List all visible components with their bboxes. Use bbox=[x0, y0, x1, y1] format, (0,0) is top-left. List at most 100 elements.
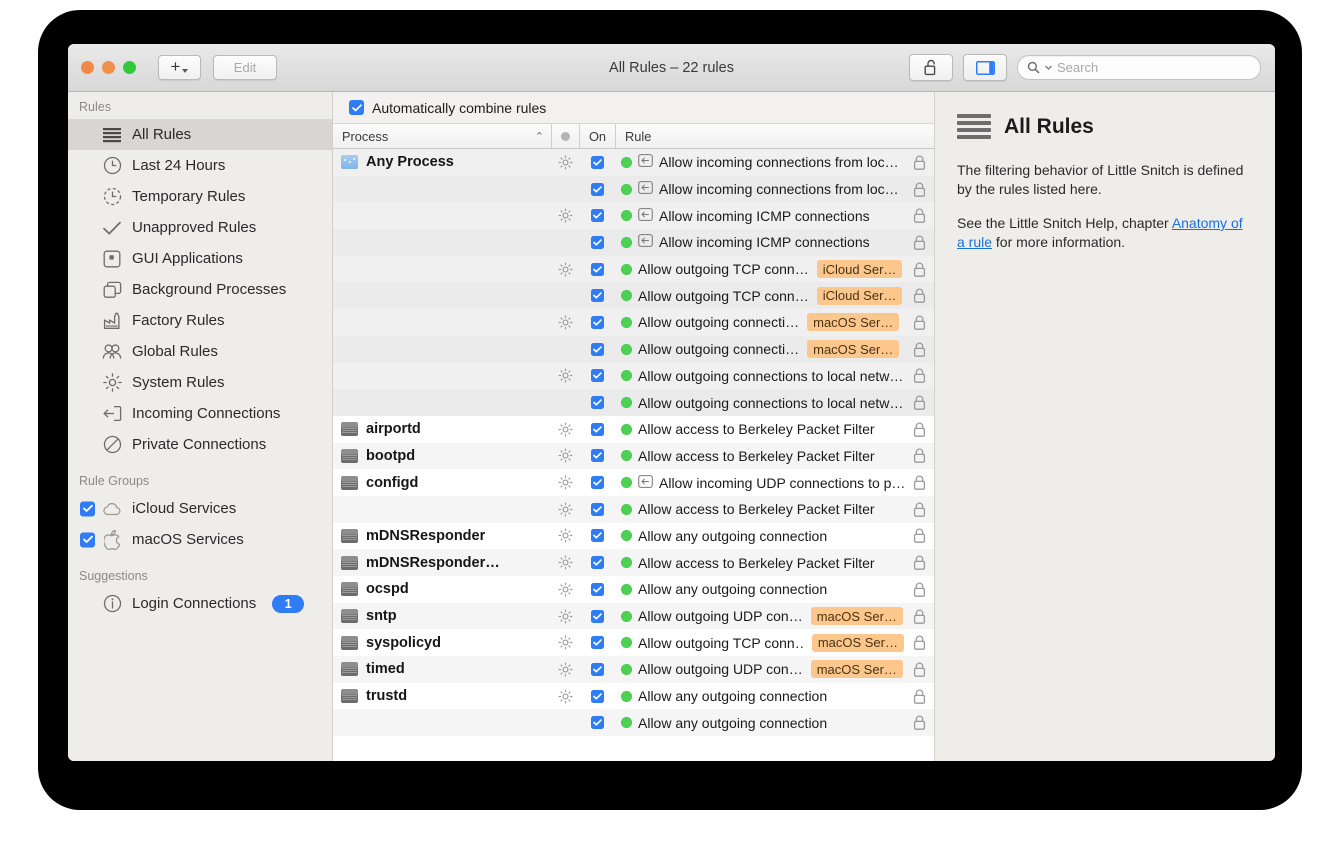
close-button[interactable] bbox=[81, 61, 94, 74]
cell-gear[interactable] bbox=[551, 635, 579, 650]
cell-on[interactable] bbox=[579, 423, 615, 436]
cell-gear[interactable] bbox=[551, 155, 579, 170]
rule-enabled-checkbox[interactable] bbox=[591, 449, 604, 462]
sidebar-item-last-24-hours[interactable]: Last 24 Hours bbox=[68, 150, 332, 181]
zoom-button[interactable] bbox=[123, 61, 136, 74]
table-row[interactable]: trustdAllow any outgoing connection bbox=[333, 683, 934, 710]
cell-on[interactable] bbox=[579, 236, 615, 249]
cell-on[interactable] bbox=[579, 156, 615, 169]
table-row[interactable]: Allow any outgoing connection bbox=[333, 709, 934, 736]
cell-gear[interactable] bbox=[551, 609, 579, 624]
cell-on[interactable] bbox=[579, 263, 615, 276]
cell-gear[interactable] bbox=[551, 208, 579, 223]
rules-table[interactable]: Any ProcessAllow incoming connections fr… bbox=[333, 149, 934, 761]
table-row[interactable]: airportdAllow access to Berkeley Packet … bbox=[333, 416, 934, 443]
cell-on[interactable] bbox=[579, 369, 615, 382]
rule-enabled-checkbox[interactable] bbox=[591, 663, 604, 676]
cell-on[interactable] bbox=[579, 209, 615, 222]
sidebar-item-unapproved-rules[interactable]: Unapproved Rules bbox=[68, 212, 332, 243]
cell-on[interactable] bbox=[579, 183, 615, 196]
sidebar-item-incoming-connections[interactable]: Incoming Connections bbox=[68, 398, 332, 429]
cell-on[interactable] bbox=[579, 449, 615, 462]
table-row[interactable]: Any ProcessAllow incoming connections fr… bbox=[333, 149, 934, 176]
cell-on[interactable] bbox=[579, 343, 615, 356]
cell-gear[interactable] bbox=[551, 689, 579, 704]
rule-enabled-checkbox[interactable] bbox=[591, 316, 604, 329]
sidebar-item-temporary-rules[interactable]: Temporary Rules bbox=[68, 181, 332, 212]
table-row[interactable]: Allow outgoing TCP conn…iCloud Ser… bbox=[333, 282, 934, 309]
rule-enabled-checkbox[interactable] bbox=[591, 690, 604, 703]
table-row[interactable]: Allow incoming ICMP connections bbox=[333, 229, 934, 256]
sidebar-item-background-processes[interactable]: Background Processes bbox=[68, 274, 332, 305]
table-row[interactable]: Allow outgoing connecti…macOS Ser… bbox=[333, 336, 934, 363]
table-row[interactable]: ocspdAllow any outgoing connection bbox=[333, 576, 934, 603]
rule-enabled-checkbox[interactable] bbox=[591, 556, 604, 569]
column-header-gear[interactable] bbox=[551, 124, 579, 148]
rule-enabled-checkbox[interactable] bbox=[591, 610, 604, 623]
rule-enabled-checkbox[interactable] bbox=[591, 476, 604, 489]
rule-enabled-checkbox[interactable] bbox=[591, 583, 604, 596]
table-row[interactable]: mDNSResponderAllow any outgoing connecti… bbox=[333, 523, 934, 550]
auto-combine-row[interactable]: Automatically combine rules bbox=[333, 92, 934, 124]
cell-gear[interactable] bbox=[551, 662, 579, 677]
rule-enabled-checkbox[interactable] bbox=[591, 716, 604, 729]
search-field[interactable]: Search bbox=[1017, 55, 1261, 80]
cell-on[interactable] bbox=[579, 529, 615, 542]
search-input[interactable]: Search bbox=[1057, 60, 1098, 75]
rule-enabled-checkbox[interactable] bbox=[591, 369, 604, 382]
sidebar-item-private-connections[interactable]: Private Connections bbox=[68, 429, 332, 460]
sidebar-group-icloud-services[interactable]: iCloud Services bbox=[68, 493, 332, 524]
cell-gear[interactable] bbox=[551, 502, 579, 517]
rule-enabled-checkbox[interactable] bbox=[591, 289, 604, 302]
table-row[interactable]: mDNSResponder…Allow access to Berkeley P… bbox=[333, 549, 934, 576]
rule-enabled-checkbox[interactable] bbox=[591, 263, 604, 276]
edit-button[interactable]: Edit bbox=[213, 55, 277, 80]
unlock-button[interactable] bbox=[909, 54, 953, 81]
table-row[interactable]: configdAllow incoming UDP connections to… bbox=[333, 469, 934, 496]
rule-enabled-checkbox[interactable] bbox=[591, 156, 604, 169]
cell-gear[interactable] bbox=[551, 262, 579, 277]
table-row[interactable]: sntpAllow outgoing UDP con…macOS Ser… bbox=[333, 603, 934, 630]
toggle-inspector-button[interactable] bbox=[963, 54, 1007, 81]
search-chevron-down-icon[interactable] bbox=[1045, 65, 1052, 70]
cell-on[interactable] bbox=[579, 583, 615, 596]
cell-on[interactable] bbox=[579, 316, 615, 329]
table-row[interactable]: Allow outgoing connections to local netw… bbox=[333, 389, 934, 416]
cell-on[interactable] bbox=[579, 289, 615, 302]
cell-on[interactable] bbox=[579, 610, 615, 623]
auto-combine-checkbox[interactable] bbox=[349, 100, 364, 115]
group-enabled-checkbox[interactable] bbox=[80, 501, 95, 516]
table-row[interactable]: bootpdAllow access to Berkeley Packet Fi… bbox=[333, 443, 934, 470]
cell-on[interactable] bbox=[579, 503, 615, 516]
sidebar-item-global-rules[interactable]: Global Rules bbox=[68, 336, 332, 367]
sidebar-item-system-rules[interactable]: System Rules bbox=[68, 367, 332, 398]
rule-enabled-checkbox[interactable] bbox=[591, 529, 604, 542]
group-enabled-checkbox[interactable] bbox=[80, 532, 95, 547]
table-row[interactable]: syspolicydAllow outgoing TCP conn…macOS … bbox=[333, 629, 934, 656]
sidebar-item-gui-applications[interactable]: GUI Applications bbox=[68, 243, 332, 274]
table-row[interactable]: Allow incoming ICMP connections bbox=[333, 202, 934, 229]
rule-enabled-checkbox[interactable] bbox=[591, 343, 604, 356]
cell-on[interactable] bbox=[579, 556, 615, 569]
rule-enabled-checkbox[interactable] bbox=[591, 396, 604, 409]
table-row[interactable]: Allow outgoing TCP conn…iCloud Ser… bbox=[333, 256, 934, 283]
column-header-process[interactable]: Process ⌃ bbox=[333, 124, 551, 148]
sidebar-suggestion-login-connections[interactable]: Login Connections1 bbox=[68, 588, 332, 619]
table-row[interactable]: Allow access to Berkeley Packet Filter bbox=[333, 496, 934, 523]
cell-gear[interactable] bbox=[551, 555, 579, 570]
rule-enabled-checkbox[interactable] bbox=[591, 209, 604, 222]
cell-gear[interactable] bbox=[551, 528, 579, 543]
table-row[interactable]: timedAllow outgoing UDP con…macOS Ser… bbox=[333, 656, 934, 683]
cell-gear[interactable] bbox=[551, 422, 579, 437]
table-row[interactable]: Allow incoming connections from loc… bbox=[333, 176, 934, 203]
rule-enabled-checkbox[interactable] bbox=[591, 423, 604, 436]
cell-gear[interactable] bbox=[551, 448, 579, 463]
cell-gear[interactable] bbox=[551, 582, 579, 597]
cell-on[interactable] bbox=[579, 636, 615, 649]
cell-gear[interactable] bbox=[551, 315, 579, 330]
cell-on[interactable] bbox=[579, 716, 615, 729]
column-header-rule[interactable]: Rule bbox=[615, 124, 934, 148]
rule-enabled-checkbox[interactable] bbox=[591, 503, 604, 516]
rule-enabled-checkbox[interactable] bbox=[591, 183, 604, 196]
sidebar-item-factory-rules[interactable]: Factory Rules bbox=[68, 305, 332, 336]
